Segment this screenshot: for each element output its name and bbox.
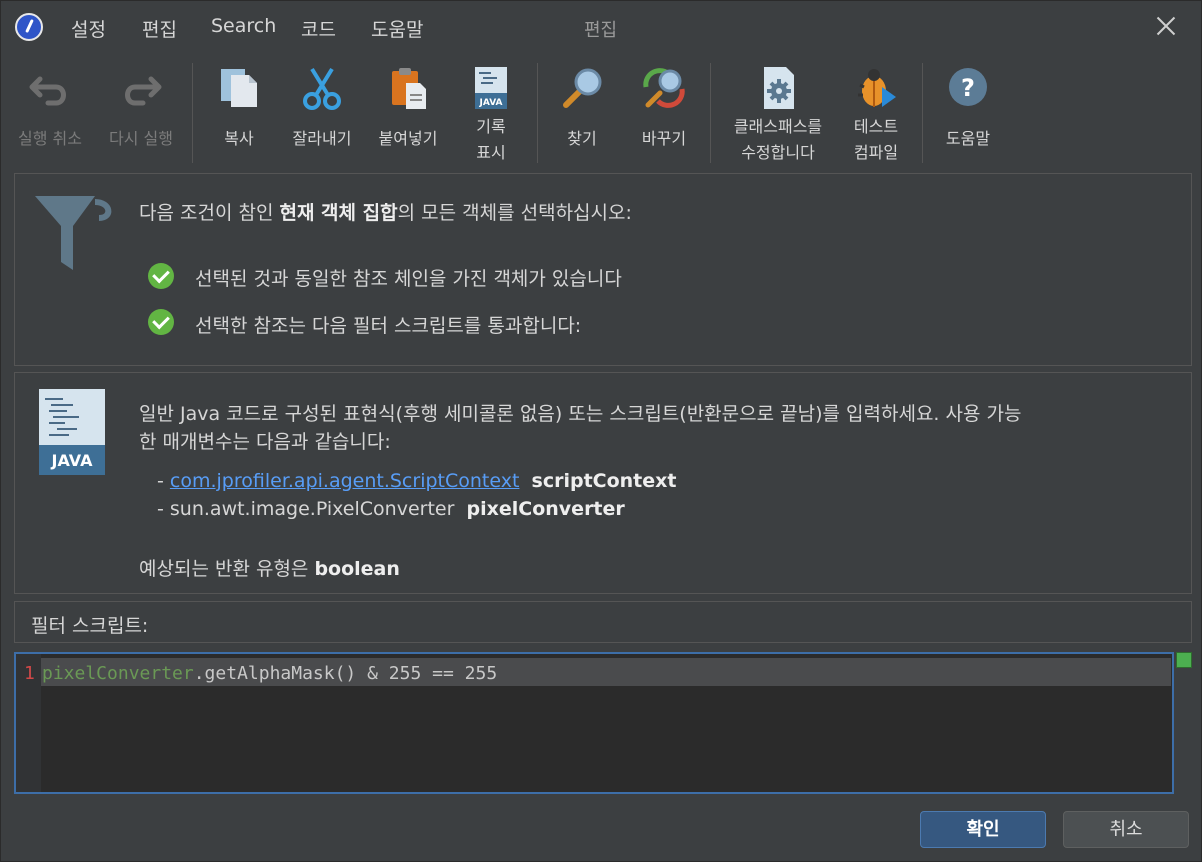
script-desc-line-1: 일반 Java 코드로 구성된 표현식(후행 세미콜론 없음) 또는 스크립트(… xyxy=(139,403,1022,425)
checkmark-icon xyxy=(148,309,174,335)
help-button[interactable]: ? 도움말 xyxy=(933,57,1003,167)
filter-script-header: 필터 스크립트: xyxy=(14,601,1192,643)
magnifier-icon xyxy=(563,68,602,108)
scissors-icon xyxy=(303,67,341,110)
paste-button[interactable]: 붙여넣기 xyxy=(368,57,448,167)
test-compile-label-2: 컴파일 xyxy=(853,143,899,162)
compile-status-indicator xyxy=(1176,652,1192,668)
help-icon: ? xyxy=(949,68,987,106)
java-file-icon: JAVA xyxy=(475,67,507,109)
cut-button[interactable]: 잘라내기 xyxy=(283,57,361,167)
condition-2: 선택한 참조는 다음 필터 스크립트를 통과합니다: xyxy=(195,315,582,337)
edit-classpath-button[interactable]: 클래스패스를 수정합니다 xyxy=(719,57,837,167)
copy-label: 복사 xyxy=(224,129,254,148)
undo-icon xyxy=(29,76,66,106)
redo-label: 다시 실행 xyxy=(109,129,173,148)
test-compile-button[interactable]: 테스트 컴파일 xyxy=(841,57,911,167)
close-icon[interactable] xyxy=(1151,11,1181,41)
ok-button[interactable]: 확인 xyxy=(920,811,1046,848)
svg-text:?: ? xyxy=(961,74,975,102)
show-history-button[interactable]: JAVA 기록 표시 xyxy=(459,57,523,167)
script-desc-line-2: 한 매개변수는 다음과 같습니다: xyxy=(139,431,391,453)
param-1: - com.jprofiler.api.agent.ScriptContext … xyxy=(157,470,677,492)
redo-icon xyxy=(125,76,162,106)
toolbar-separator xyxy=(922,63,923,163)
java-icon: JAVA xyxy=(39,389,105,475)
param-2: - sun.awt.image.PixelConverter pixelConv… xyxy=(157,498,625,520)
return-type-text: 예상되는 반환 유형은 boolean xyxy=(139,558,400,580)
find-button[interactable]: 찾기 xyxy=(551,57,613,167)
edit-classpath-label-1: 클래스패스를 xyxy=(733,117,823,136)
svg-text:JAVA: JAVA xyxy=(478,98,502,108)
line-number: 1 xyxy=(24,663,35,684)
java-badge-text: JAVA xyxy=(51,451,94,470)
window-title: 편집 xyxy=(584,20,618,41)
menu-code[interactable]: 코드 xyxy=(301,15,336,42)
filter-intro: 다음 조건이 참인 현재 객체 집합의 모든 객체를 선택하십시오: xyxy=(139,202,632,224)
redo-button[interactable]: 다시 실행 xyxy=(99,57,183,167)
bug-icon xyxy=(858,69,896,107)
toolbar-separator xyxy=(192,63,193,163)
menu-help[interactable]: 도움말 xyxy=(371,15,423,42)
replace-button[interactable]: 바꾸기 xyxy=(627,57,701,167)
menu-search[interactable]: Search xyxy=(211,15,276,37)
paste-label: 붙여넣기 xyxy=(378,129,438,148)
condition-1: 선택된 것과 동일한 참조 체인을 가진 객체가 있습니다 xyxy=(195,268,622,290)
clipboard-icon xyxy=(392,68,426,109)
app-logo-icon xyxy=(15,13,43,41)
code-editor[interactable]: 1 pixelConverter.getAlphaMask() & 255 ==… xyxy=(14,652,1174,794)
title-bar: 설정 편집 Search 코드 도움말 편집 xyxy=(1,1,1201,53)
copy-button[interactable]: 복사 xyxy=(203,57,275,167)
menu-settings[interactable]: 설정 xyxy=(71,15,106,42)
show-history-label-2: 표시 xyxy=(476,143,506,162)
replace-icon xyxy=(643,68,685,108)
help-label: 도움말 xyxy=(945,129,991,148)
code-line[interactable]: pixelConverter.getAlphaMask() & 255 == 2… xyxy=(42,663,497,684)
script-description-panel: JAVA 일반 Java 코드로 구성된 표현식(후행 세미콜론 없음) 또는 … xyxy=(14,372,1192,594)
toolbar: 실행 취소 다시 실행 복사 잘라내기 붙여넣기 JAVA 기록 표시 찾기 바… xyxy=(1,57,1201,167)
cancel-button[interactable]: 취소 xyxy=(1063,811,1189,848)
find-label: 찾기 xyxy=(567,129,597,148)
script-context-link[interactable]: com.jprofiler.api.agent.ScriptContext xyxy=(170,470,520,492)
filter-script-label: 필터 스크립트: xyxy=(31,615,149,637)
gear-file-icon xyxy=(764,67,794,109)
undo-label: 실행 취소 xyxy=(18,129,82,148)
toolbar-separator xyxy=(537,63,538,163)
edit-dialog: 설정 편집 Search 코드 도움말 편집 실행 취소 다시 실행 복사 잘라… xyxy=(0,0,1202,862)
edit-classpath-label-2: 수정합니다 xyxy=(741,143,815,162)
test-compile-label-1: 테스트 xyxy=(853,117,899,136)
toolbar-separator xyxy=(710,63,711,163)
filter-conditions-panel: 다음 조건이 참인 현재 객체 집합의 모든 객체를 선택하십시오: 선택된 것… xyxy=(14,173,1192,366)
funnel-icon xyxy=(35,196,112,270)
checkmark-icon xyxy=(148,263,174,289)
copy-icon xyxy=(221,69,257,107)
menu-edit[interactable]: 편집 xyxy=(142,15,177,42)
show-history-label-1: 기록 xyxy=(476,117,506,136)
replace-label: 바꾸기 xyxy=(641,129,687,148)
cut-label: 잘라내기 xyxy=(292,129,352,148)
undo-button[interactable]: 실행 취소 xyxy=(9,57,91,167)
